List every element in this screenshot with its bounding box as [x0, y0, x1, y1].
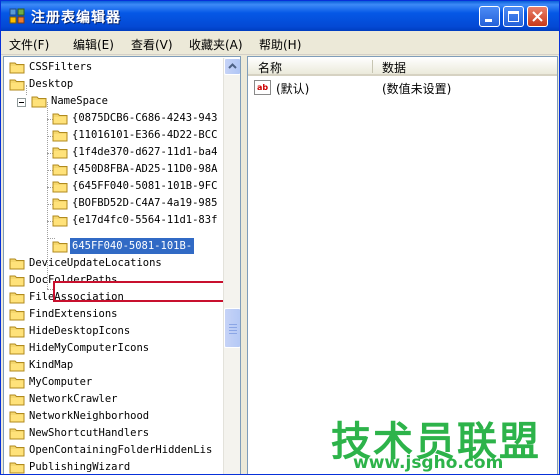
- window-title: 注册表编辑器: [31, 10, 121, 26]
- column-separator[interactable]: [372, 60, 373, 73]
- column-data[interactable]: 数据: [382, 59, 406, 76]
- list-item[interactable]: ab (默认) (数值未设置): [248, 79, 557, 97]
- grip-line: [229, 330, 237, 331]
- minimize-button[interactable]: [479, 6, 500, 27]
- tree-scrollbar[interactable]: [223, 58, 240, 474]
- column-name[interactable]: 名称: [258, 59, 282, 76]
- folder-icon: [9, 376, 25, 389]
- key-tree[interactable]: CSSFilters Desktop NameSpace {0875DCB6-C…: [3, 56, 241, 474]
- folder-icon: [9, 461, 25, 474]
- folder-icon: [52, 163, 68, 176]
- tree-item-label: {BOFBD52D-C4A7-4a19-985: [72, 197, 218, 209]
- folder-icon: [52, 112, 68, 125]
- title-bar[interactable]: 注册表编辑器: [1, 1, 559, 31]
- folder-icon: [9, 61, 25, 74]
- tree-item-label: NetworkCrawler: [29, 393, 118, 405]
- tree-item-label: HideMyComputerIcons: [29, 342, 150, 354]
- tree-item-label: NewShortcutHandlers: [29, 427, 150, 439]
- folder-icon: [31, 95, 47, 108]
- maximize-icon: [508, 11, 519, 22]
- tree-item-label: {645FF040-5081-101B-9FC: [72, 180, 218, 192]
- folder-icon: [52, 129, 68, 142]
- menu-view[interactable]: 查看(V): [131, 36, 173, 53]
- tree-item-label: NameSpace: [51, 95, 108, 107]
- tree-item-label: {e17d4fc0-5564-11d1-83f: [72, 214, 218, 226]
- tree-item-label: PublishingWizard: [29, 461, 131, 473]
- tree-item-label: MyComputer: [29, 376, 93, 388]
- regedit-icon: [9, 8, 25, 24]
- folder-icon: [9, 325, 25, 338]
- folder-icon: [9, 342, 25, 355]
- minimize-icon: [485, 19, 492, 22]
- string-value-icon: ab: [254, 80, 271, 95]
- annotation-highlight-box: [53, 281, 226, 302]
- folder-icon: [52, 197, 68, 210]
- folder-icon: [9, 291, 25, 304]
- folder-icon: [9, 410, 25, 423]
- tree-item-label: CSSFilters: [29, 61, 93, 73]
- tree-item-label: FindExtensions: [29, 308, 118, 320]
- folder-icon: [52, 146, 68, 159]
- registry-editor-window: 注册表编辑器 文件(F) 编辑(E) 查看(V) 收藏夹(A) 帮助(H) CS…: [0, 0, 560, 475]
- folder-icon: [9, 308, 25, 321]
- scroll-thumb[interactable]: [224, 308, 240, 348]
- folder-icon: [52, 214, 68, 227]
- grip-line: [229, 327, 237, 328]
- tree-item-label: KindMap: [29, 359, 74, 371]
- tree-item-label: {1f4de370-d627-11d1-ba4: [72, 146, 218, 158]
- folder-icon: [9, 444, 25, 457]
- tree-item-label: {11016101-E366-4D22-BCC: [72, 129, 218, 141]
- folder-icon: [9, 78, 25, 91]
- tree-item-label: Desktop: [29, 78, 74, 90]
- folder-icon: [9, 427, 25, 440]
- menu-bar: 文件(F) 编辑(E) 查看(V) 收藏夹(A) 帮助(H): [1, 31, 559, 55]
- tree-item-label: {0875DCB6-C686-4243-943: [72, 112, 218, 124]
- tree-item-label: OpenContainingFolderHiddenLis: [29, 444, 213, 456]
- tree-item-label: NetworkNeighborhood: [29, 410, 150, 422]
- tree-item-label: {450D8FBA-AD25-11D0-98A: [72, 163, 218, 175]
- folder-icon: [9, 359, 25, 372]
- chevron-up-icon: [228, 63, 237, 69]
- tree-item-label: DeviceUpdateLocations: [29, 257, 162, 269]
- close-button[interactable]: [527, 6, 548, 27]
- value-data: (数值未设置): [382, 82, 452, 96]
- tree-item-label: HideDesktopIcons: [29, 325, 131, 337]
- folder-icon: [9, 274, 25, 287]
- close-icon: [532, 11, 543, 22]
- collapse-icon[interactable]: [17, 98, 26, 107]
- menu-file[interactable]: 文件(F): [9, 36, 49, 53]
- list-header: 名称 数据: [248, 57, 557, 76]
- menu-favorites[interactable]: 收藏夹(A): [189, 36, 243, 53]
- grip-line: [229, 333, 237, 334]
- tree-connector: [47, 238, 55, 239]
- scroll-up-button[interactable]: [224, 58, 240, 75]
- folder-icon: [9, 257, 25, 270]
- grip-line: [229, 324, 237, 325]
- menu-edit[interactable]: 编辑(E): [73, 36, 114, 53]
- watermark-url: www.jsgho.com: [353, 453, 504, 473]
- folder-icon: [52, 240, 68, 253]
- folder-icon: [9, 393, 25, 406]
- value-name: (默认): [276, 82, 310, 96]
- maximize-button[interactable]: [503, 6, 524, 27]
- menu-help[interactable]: 帮助(H): [259, 36, 301, 53]
- tree-item-label: 645FF040-5081-101B-: [70, 238, 195, 254]
- folder-icon: [52, 180, 68, 193]
- tree-connector: [26, 85, 27, 95]
